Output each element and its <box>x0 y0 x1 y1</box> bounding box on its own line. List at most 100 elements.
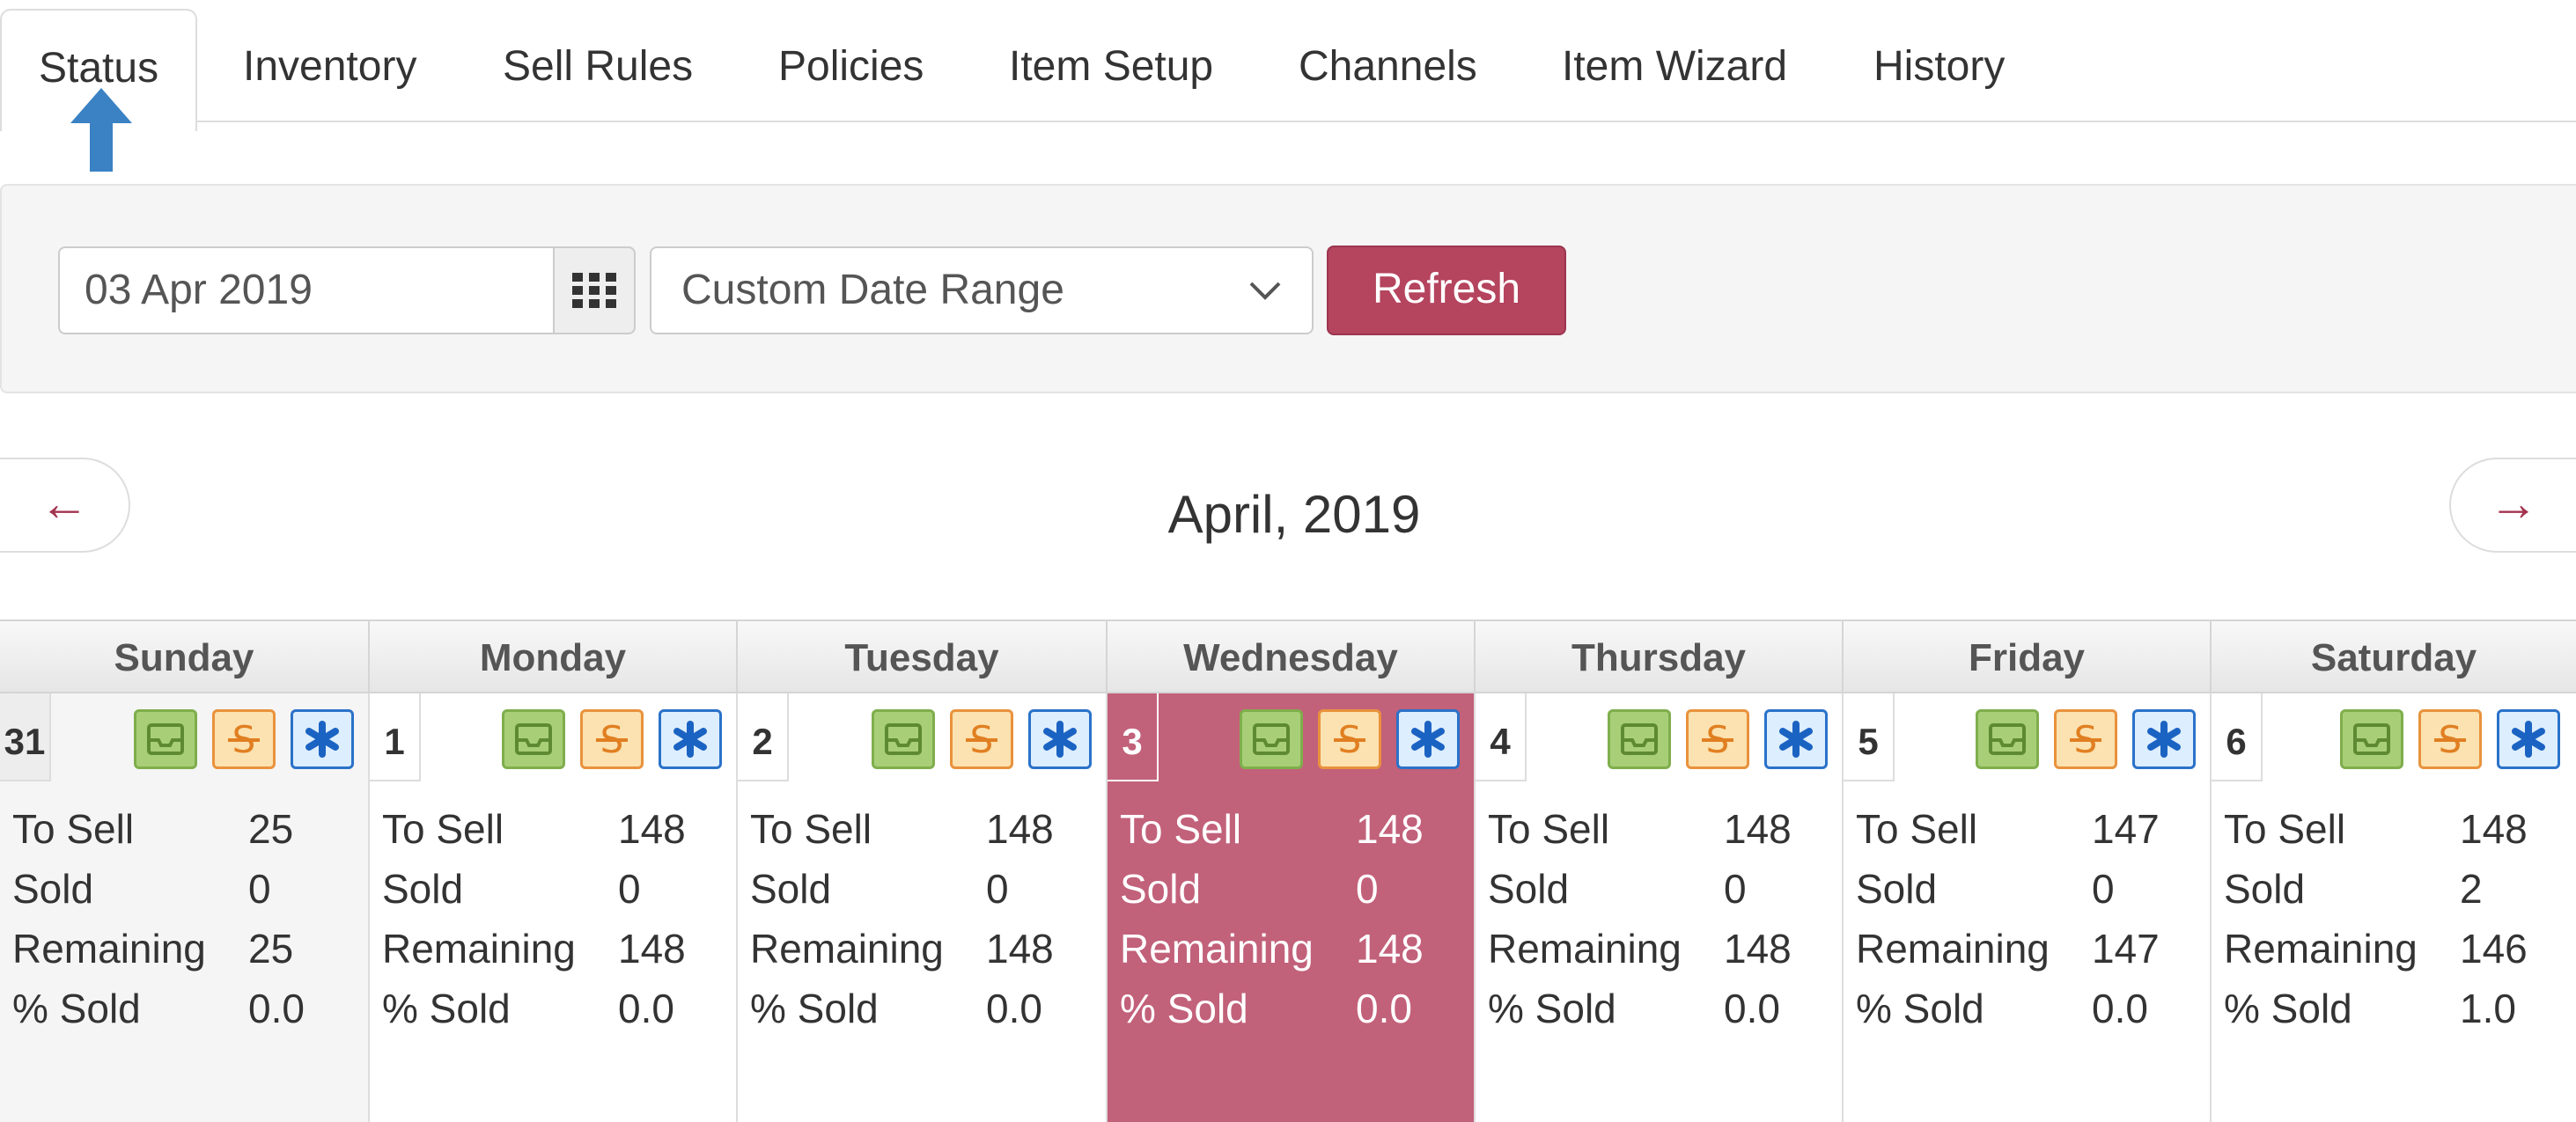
weekday-monday: Monday <box>370 621 738 692</box>
inbox-tray-icon[interactable] <box>1240 709 1303 769</box>
weekday-saturday: Saturday <box>2310 636 2477 679</box>
stat-label-sold: Sold <box>12 866 94 912</box>
day-number: 4 <box>1476 693 1527 781</box>
stat-label-pct-sold: % Sold <box>1120 986 1248 1031</box>
stat-value-pct-sold: 0.0 <box>1724 986 1780 1031</box>
date-range-value: Custom Date Range <box>681 267 1064 313</box>
asterisk-icon[interactable] <box>2132 709 2196 769</box>
stat-value-remaining: 148 <box>986 926 1054 972</box>
weekday-tuesday: Tuesday <box>738 621 1108 692</box>
stat-value-sold: 2 <box>2460 866 2483 912</box>
stat-label-pct-sold: % Sold <box>12 986 141 1031</box>
date-range-select[interactable]: Custom Date Range <box>650 246 1314 334</box>
tab-history[interactable]: History <box>1873 0 2005 122</box>
stat-value-pct-sold: 0.0 <box>2092 986 2148 1031</box>
stat-value-pct-sold: 0.0 <box>618 986 674 1031</box>
stat-label-sold: Sold <box>382 866 464 912</box>
stat-label-sold: Sold <box>1488 866 1570 912</box>
weekday-friday: Friday <box>1844 621 2212 692</box>
stat-value-sold: 0 <box>248 866 271 912</box>
inbox-tray-icon[interactable] <box>2340 709 2403 769</box>
stat-label-remaining: Remaining <box>382 926 576 972</box>
strikethrough-s-icon[interactable]: S <box>580 709 644 769</box>
stat-value-sold: 0 <box>986 866 1009 912</box>
calendar-weekday-header: Sunday Monday Tuesday Wednesday Thursday… <box>0 620 2576 693</box>
calendar-day-cell[interactable]: 5 S To Sell 147 Sold 0 Remaining 147 % Sold 0.0 <box>1844 693 2212 1122</box>
stat-value-remaining: 146 <box>2460 926 2528 972</box>
asterisk-icon[interactable] <box>291 709 354 769</box>
strikethrough-s-icon[interactable]: S <box>212 709 276 769</box>
stat-value-remaining: 148 <box>1724 926 1792 972</box>
stat-label-pct-sold: % Sold <box>382 986 511 1031</box>
refresh-button[interactable]: Refresh <box>1327 246 1566 335</box>
tab-inventory[interactable]: Inventory <box>243 0 416 122</box>
annotation-arrow-icon <box>70 88 132 172</box>
stat-label-remaining: Remaining <box>750 926 944 972</box>
calendar-picker-button[interactable] <box>553 246 636 334</box>
weekday-wednesday: Wednesday <box>1108 621 1476 692</box>
chevron-down-icon <box>1249 282 1281 300</box>
stat-label-to-sell: To Sell <box>2224 806 2346 852</box>
stat-value-sold: 0 <box>618 866 641 912</box>
stat-label-sold: Sold <box>1856 866 1938 912</box>
month-title: April, 2019 <box>1167 485 1421 544</box>
stat-value-remaining: 148 <box>1356 926 1424 972</box>
stat-value-to-sell: 148 <box>618 806 686 852</box>
asterisk-icon[interactable] <box>1396 709 1460 769</box>
stat-label-sold: Sold <box>2224 866 2306 912</box>
stat-label-pct-sold: % Sold <box>750 986 879 1031</box>
asterisk-icon[interactable] <box>2497 709 2560 769</box>
stat-label-to-sell: To Sell <box>382 806 504 852</box>
stat-value-pct-sold: 1.0 <box>2460 986 2516 1031</box>
inbox-tray-icon[interactable] <box>1976 709 2039 769</box>
tab-policies[interactable]: Policies <box>778 0 924 122</box>
strikethrough-s-icon[interactable]: S <box>2054 709 2117 769</box>
grid-calendar-icon <box>572 273 616 308</box>
inbox-tray-icon[interactable] <box>872 709 935 769</box>
day-number: 31 <box>0 693 51 781</box>
stat-label-remaining: Remaining <box>1488 926 1682 972</box>
stat-label-pct-sold: % Sold <box>1856 986 1984 1031</box>
strikethrough-s-icon[interactable]: S <box>1686 709 1749 769</box>
date-input[interactable]: 03 Apr 2019 <box>58 246 553 334</box>
stat-value-to-sell: 147 <box>2092 806 2160 852</box>
calendar-day-cell[interactable]: 1 S To Sell 148 Sold 0 Remaining 148 % Sold 0.0 <box>370 693 738 1122</box>
tab-item-wizard[interactable]: Item Wizard <box>1562 0 1787 122</box>
asterisk-icon[interactable] <box>1028 709 1092 769</box>
stat-value-remaining: 148 <box>618 926 686 972</box>
inbox-tray-icon[interactable] <box>502 709 565 769</box>
stat-label-to-sell: To Sell <box>750 806 872 852</box>
calendar-day-cell[interactable]: 4 S To Sell 148 Sold 0 Remaining 148 % Sold 0.0 <box>1476 693 1844 1122</box>
strikethrough-s-icon[interactable]: S <box>2418 709 2482 769</box>
calendar-day-cell[interactable]: 31 S To Sell 25 Sold 0 Remaining 25 % Sold 0.0 <box>0 693 370 1122</box>
stat-value-to-sell: 148 <box>986 806 1054 852</box>
stat-label-remaining: Remaining <box>2224 926 2418 972</box>
calendar-day-cell[interactable]: 2 S To Sell 148 Sold 0 Remaining 148 % Sold 0.0 <box>738 693 1108 1122</box>
stat-label-pct-sold: % Sold <box>1488 986 1616 1031</box>
prev-month-button[interactable]: ← <box>0 458 130 553</box>
stat-label-remaining: Remaining <box>1856 926 2050 972</box>
tab-item-setup[interactable]: Item Setup <box>1009 0 1213 122</box>
calendar-day-cell[interactable]: 6 S To Sell 148 Sold 2 Remaining 146 % Sold 1.0 <box>2212 693 2576 1122</box>
stat-label-sold: Sold <box>1120 866 1202 912</box>
stat-label-to-sell: To Sell <box>12 806 135 852</box>
stat-value-pct-sold: 0.0 <box>248 986 305 1031</box>
weekday-sunday: Sunday <box>0 621 370 692</box>
tab-channels[interactable]: Channels <box>1299 0 1477 122</box>
day-number: 5 <box>1844 693 1895 781</box>
stat-label-pct-sold: % Sold <box>2224 986 2352 1031</box>
calendar-day-cell[interactable]: 3 S To Sell 148 Sold 0 Remaining 148 % Sold 0.0 <box>1108 693 1476 1122</box>
stat-value-pct-sold: 0.0 <box>1356 986 1412 1031</box>
next-month-button[interactable]: → <box>2449 458 2576 553</box>
inbox-tray-icon[interactable] <box>1608 709 1671 769</box>
asterisk-icon[interactable] <box>659 709 722 769</box>
strikethrough-s-icon[interactable]: S <box>1318 709 1381 769</box>
stat-value-sold: 0 <box>1724 866 1747 912</box>
day-number: 3 <box>1108 693 1159 781</box>
stat-value-sold: 0 <box>2092 866 2115 912</box>
inbox-tray-icon[interactable] <box>134 709 197 769</box>
asterisk-icon[interactable] <box>1764 709 1828 769</box>
strikethrough-s-icon[interactable]: S <box>950 709 1013 769</box>
stat-label-remaining: Remaining <box>1120 926 1314 972</box>
tab-sell-rules[interactable]: Sell Rules <box>503 0 693 122</box>
